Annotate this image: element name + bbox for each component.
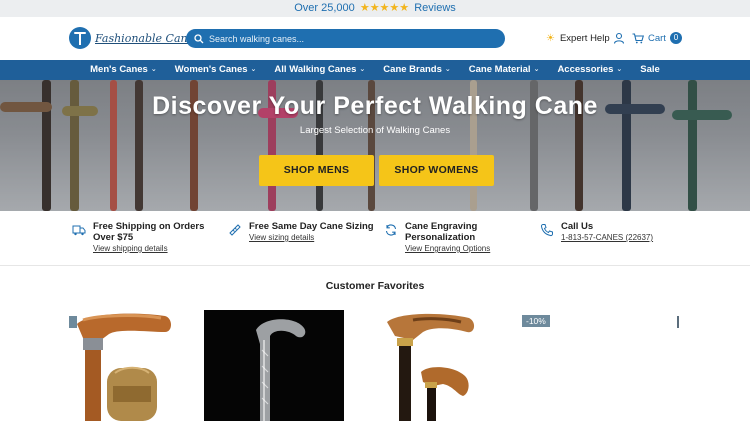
shop-mens-button[interactable]: SHOP MENS	[259, 155, 374, 186]
hero-title: Discover Your Perfect Walking Cane	[152, 92, 598, 120]
nav-item-womens-canes[interactable]: Women's Canes ⌄	[166, 60, 266, 80]
lightbulb-icon: ☀	[546, 33, 555, 44]
chevron-down-icon: ⌄	[533, 66, 540, 73]
cart-label: Cart	[648, 32, 666, 44]
logo-mark-icon	[69, 27, 91, 49]
feature-title: Call Us	[561, 221, 594, 232]
nav-item-accessories[interactable]: Accessories ⌄	[548, 60, 631, 80]
chevron-down-icon: ⌄	[250, 66, 257, 73]
chevron-down-icon: ⌄	[616, 66, 623, 73]
expert-help-link[interactable]: ☀ Expert Help	[546, 33, 610, 44]
nav-label: Sale	[640, 64, 660, 75]
feature-title: Free Same Day Cane Sizing	[249, 221, 374, 232]
product-image	[69, 310, 181, 421]
product-card[interactable]	[69, 310, 181, 421]
cart-button[interactable]: Cart 0	[632, 32, 682, 44]
star-rating-icon: ★★★★★	[359, 2, 410, 14]
view-engraving-link[interactable]: View Engraving Options	[405, 244, 490, 253]
logo-text: Fashionable Canes	[95, 31, 200, 45]
view-sizing-link[interactable]: View sizing details	[249, 233, 314, 242]
nav-item-cane-material[interactable]: Cane Material ⌄	[460, 60, 549, 80]
account-icon[interactable]	[613, 32, 625, 44]
product-card[interactable]	[383, 310, 483, 421]
ruler-icon	[229, 224, 241, 236]
review-banner[interactable]: Over 25,000 ★★★★★ Reviews	[0, 0, 750, 17]
nav-item-mens-canes[interactable]: Men's Canes ⌄	[81, 60, 166, 80]
reviews-link[interactable]: Reviews	[414, 2, 456, 14]
site-logo[interactable]: Fashionable Canes	[69, 26, 200, 50]
expert-help-label: Expert Help	[559, 33, 610, 44]
phone-icon	[540, 224, 553, 237]
phone-number-link[interactable]: 1-813-57-CANES (22637)	[561, 233, 653, 242]
product-card[interactable]: -10%	[520, 310, 685, 421]
discount-badge: -10%	[522, 315, 550, 327]
features-strip: Free Shipping on Orders Over $75 View shi…	[0, 211, 750, 266]
feature-title: Cane Engraving Personalization	[405, 221, 478, 243]
chevron-down-icon: ⌄	[150, 66, 157, 73]
product-badge	[69, 316, 77, 328]
product-image	[204, 310, 344, 421]
section-title: Customer Favorites	[325, 280, 425, 292]
hero-banner: Discover Your Perfect Walking Cane Large…	[0, 80, 750, 211]
refresh-icon	[385, 224, 397, 236]
nav-item-cane-brands[interactable]: Cane Brands ⌄	[374, 60, 459, 80]
view-shipping-link[interactable]: View shipping details	[93, 244, 168, 253]
cart-count-badge: 0	[669, 32, 682, 44]
nav-label: Women's Canes	[174, 64, 248, 75]
review-count-text: Over 25,000	[294, 2, 355, 14]
nav-label: All Walking Canes	[274, 64, 357, 75]
search-icon	[194, 33, 204, 43]
nav-label: Men's Canes	[90, 64, 148, 75]
product-image	[383, 310, 483, 421]
nav-label: Accessories	[557, 64, 614, 75]
cart-icon	[632, 32, 644, 43]
chevron-down-icon: ⌄	[359, 66, 366, 73]
shipping-icon	[72, 225, 86, 236]
main-nav: Men's Canes ⌄ Women's Canes ⌄ All Walking …	[0, 60, 750, 80]
nav-item-sale[interactable]: Sale	[631, 60, 669, 80]
hero-subtitle: Largest Selection of Walking Canes	[299, 125, 451, 136]
site-header: Fashionable Canes ☀ Expert Help Cart 0	[0, 17, 750, 60]
shop-womens-button[interactable]: SHOP WOMENS	[379, 155, 494, 186]
nav-label: Cane Brands	[383, 64, 442, 75]
nav-item-all-walking-canes[interactable]: All Walking Canes ⌄	[265, 60, 374, 80]
nav-label: Cane Material	[468, 64, 531, 75]
search-bar[interactable]	[186, 29, 505, 48]
feature-title: Free Shipping on Orders Over $75	[93, 221, 205, 243]
product-card[interactable]	[204, 310, 344, 421]
search-input[interactable]	[209, 33, 489, 44]
chevron-down-icon: ⌄	[444, 66, 451, 73]
